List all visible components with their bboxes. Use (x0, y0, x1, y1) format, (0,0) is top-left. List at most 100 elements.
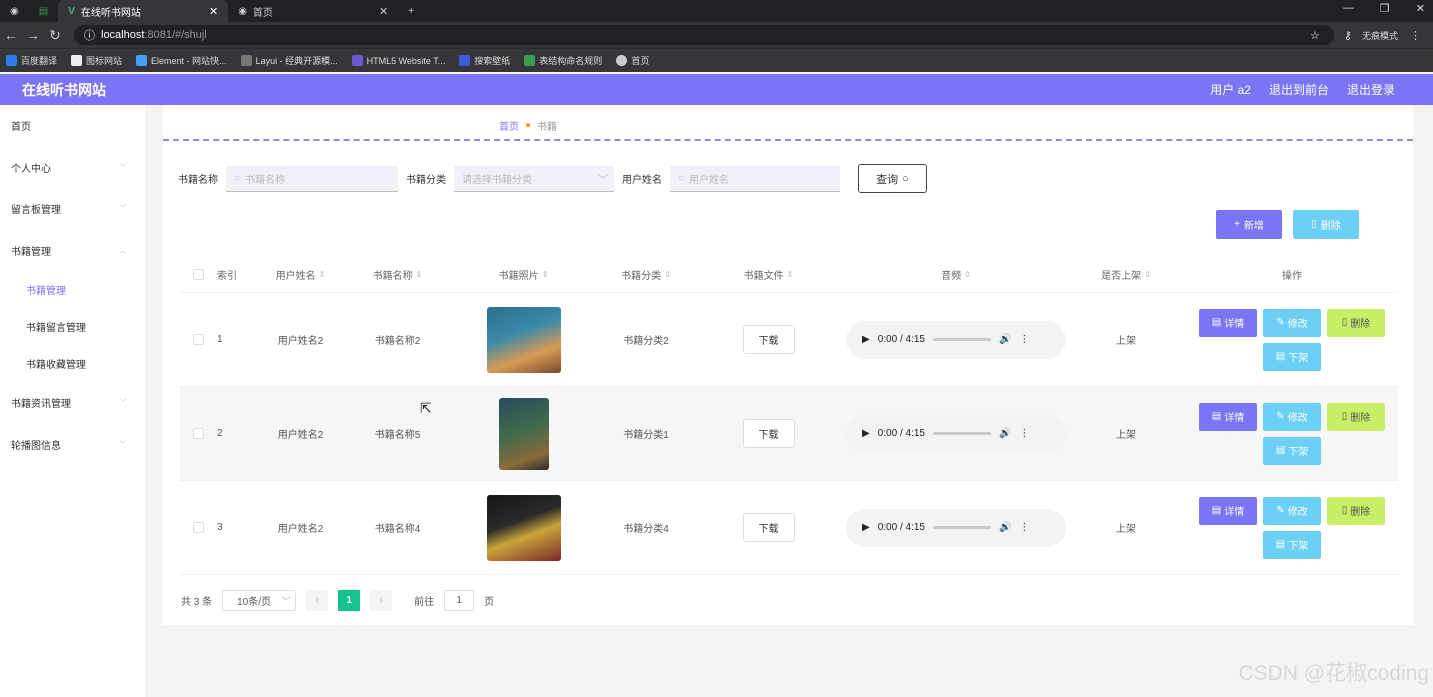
audio-player[interactable]: ▶ 0:00 / 4:15 🔊 ⋮ (846, 508, 1066, 547)
category-select[interactable]: 请选择书籍分类 ﹀ (454, 165, 614, 192)
browser-tab-2[interactable]: ◉ 首页 ✕ (228, 0, 398, 22)
browser-menu-icon[interactable]: ◉ (0, 0, 29, 22)
add-button[interactable]: + 新增 (1216, 210, 1282, 239)
trash-icon: ▯ (1311, 219, 1317, 230)
globe-icon: ◉ (238, 5, 247, 17)
bookmark-item[interactable]: Element - 网站快... (136, 54, 227, 67)
edit-button[interactable]: ✎ 修改 (1263, 402, 1321, 431)
doc-icon: ▤ (1211, 317, 1222, 328)
table-header: 索引 用户姓名 ⇕ 书籍名称 ⇕ 书籍照片 ⇕ 书籍分类 ⇕ 书籍文件 ⇕ 音频 ⇕ 是否上… (180, 257, 1398, 293)
col-user[interactable]: 用户姓名 ⇕ (252, 267, 349, 282)
batch-delete-button[interactable]: ▯ 删除 (1293, 210, 1359, 239)
detail-button[interactable]: ▤ 详情 (1199, 402, 1257, 431)
back-to-front-link[interactable]: 退出到前台 (1269, 81, 1329, 98)
col-file[interactable]: 书籍文件 ⇕ (691, 267, 846, 282)
user-name: 用户 a2 (1210, 83, 1251, 97)
audio-player[interactable]: ▶ 0:00 / 4:15 🔊 ⋮ (846, 414, 1066, 453)
page-size-select[interactable]: 10条/页 ﹀ (222, 590, 297, 611)
bookmark-item[interactable]: 百度翻译 (6, 54, 57, 67)
row-checkbox[interactable] (193, 428, 204, 439)
logout-link[interactable]: 退出登录 (1347, 81, 1395, 98)
app-header: 在线听书网站 用户 a2 退出到前台 退出登录 (0, 74, 1433, 105)
sidebar-sub-book-favorites[interactable]: 书籍收藏管理 (0, 345, 145, 382)
sidebar-item-books[interactable]: 书籍管理 ︿ (0, 230, 145, 272)
restore-icon[interactable]: ❐ (1380, 2, 1390, 15)
sidebar-item-carousel[interactable]: 轮播图信息 ﹀ (0, 424, 145, 466)
download-button[interactable]: 下载 (742, 419, 795, 448)
breadcrumb-home[interactable]: 首页 (499, 118, 519, 133)
bookmark-item[interactable]: HTML5 Website T... (351, 55, 445, 66)
col-audio[interactable]: 音频 ⇕ (846, 267, 1066, 282)
delete-button[interactable]: ▯ 删除 (1327, 402, 1385, 431)
pen-icon: ✎ (1276, 505, 1285, 516)
bookmark-item[interactable]: 图标网站 (71, 54, 122, 67)
bookmark-item[interactable]: 搜索壁纸 (459, 54, 510, 67)
key-icon[interactable]: ⚷ (1344, 29, 1352, 42)
sidebar-item-profile[interactable]: 个人中心 ﹀ (0, 147, 145, 189)
detail-button[interactable]: ▤ 详情 (1199, 308, 1257, 337)
book-name-input[interactable]: ○ 书籍名称 (226, 165, 398, 192)
select-all-checkbox[interactable] (193, 269, 204, 280)
col-category[interactable]: 书籍分类 ⇕ (601, 267, 691, 282)
bookmark-item[interactable]: Layui - 经典开源模... (240, 54, 338, 67)
sidebar: 首页 个人中心 ﹀ 留言板管理 ﹀ 书籍管理 ︿ 书籍管理 书籍留言管理 书籍收藏管理… (0, 105, 145, 697)
incognito-label[interactable]: 无痕模式 (1362, 29, 1398, 42)
bookmark-item[interactable]: 首页 (616, 54, 649, 67)
current-page-button[interactable]: 1 (338, 590, 361, 611)
row-checkbox[interactable] (193, 334, 204, 345)
sort-icon: ⇕ (964, 270, 971, 279)
close-window-icon[interactable]: ✕ (1416, 2, 1425, 15)
book-cover-image[interactable] (498, 397, 549, 470)
sort-icon: ⇕ (318, 270, 326, 279)
table-row: 2 用户姓名2 书籍名称5 书籍分类1 下载 ▶ 0:00 / 4:15 🔊 ⋮ 上架… (180, 387, 1398, 481)
row-checkbox[interactable] (193, 522, 204, 533)
chevron-down-icon: ﹀ (119, 439, 127, 449)
edit-button[interactable]: ✎ 修改 (1263, 496, 1321, 525)
browser-tab-1[interactable]: V 在线听书网站 ✕ (58, 0, 229, 22)
minimize-icon[interactable]: — (1343, 2, 1354, 15)
sort-icon: ⇕ (415, 270, 423, 279)
sidebar-sub-book-comments[interactable]: 书籍留言管理 (0, 308, 145, 345)
edit-button[interactable]: ✎ 修改 (1263, 308, 1321, 337)
book-cover-image[interactable] (486, 306, 561, 373)
sidebar-sub-book-manage[interactable]: 书籍管理 (0, 271, 145, 308)
new-tab-button[interactable]: + (398, 0, 424, 22)
star-icon[interactable]: ☆ (1310, 29, 1320, 42)
sidebar-item-home[interactable]: 首页 (0, 105, 145, 147)
unlist-button[interactable]: ▤ 下架 (1263, 530, 1321, 559)
download-button[interactable]: 下载 (742, 513, 795, 542)
pinned-tab[interactable]: ▤ (29, 0, 58, 22)
delete-button[interactable]: ▯ 删除 (1327, 308, 1385, 337)
audio-progress (932, 432, 991, 435)
detail-button[interactable]: ▤ 详情 (1199, 496, 1257, 525)
audio-progress (932, 338, 991, 341)
col-status[interactable]: 是否上架 ⇕ (1066, 267, 1186, 282)
download-button[interactable]: 下载 (742, 325, 795, 354)
user-name-input[interactable]: ○ 用户姓名 (670, 165, 840, 192)
search-icon: ○ (902, 172, 909, 185)
pagination: 共 3 条 10条/页 ﹀ ‹ 1 › 前往 1 页 (181, 590, 494, 611)
sidebar-item-messages[interactable]: 留言板管理 ﹀ (0, 188, 145, 230)
delete-button[interactable]: ▯ 删除 (1327, 496, 1385, 525)
close-tab-icon[interactable]: ✕ (279, 5, 388, 18)
prev-page-button[interactable]: ‹ (306, 590, 329, 611)
audio-player[interactable]: ▶ 0:00 / 4:15 🔊 ⋮ (846, 320, 1066, 359)
doc-icon: ▤ (1275, 539, 1286, 550)
unlist-button[interactable]: ▤ 下架 (1263, 436, 1321, 465)
url-field[interactable]: ⓘ localhost:8081/#/shujl ☆ (74, 25, 1334, 45)
close-tab-icon[interactable]: ✕ (169, 5, 218, 18)
reload-icon[interactable]: ↻ (44, 27, 66, 44)
unlist-button[interactable]: ▤ 下架 (1263, 342, 1321, 371)
sidebar-item-news[interactable]: 书籍资讯管理 ﹀ (0, 382, 145, 424)
goto-page-input[interactable]: 1 (444, 590, 475, 611)
book-cover-image[interactable] (486, 494, 561, 561)
page-suffix: 页 (484, 597, 495, 608)
col-photo[interactable]: 书籍照片 ⇕ (446, 267, 601, 282)
next-page-button[interactable]: › (370, 590, 393, 611)
bookmark-item[interactable]: 表结构命名规则 (524, 54, 602, 67)
more-icon[interactable]: ⋮ (1410, 29, 1421, 42)
back-icon[interactable]: ← (0, 27, 22, 43)
forward-icon[interactable]: → (22, 27, 44, 43)
col-name[interactable]: 书籍名称 ⇕ (349, 267, 446, 282)
query-button[interactable]: 查询 ○ (858, 164, 927, 193)
